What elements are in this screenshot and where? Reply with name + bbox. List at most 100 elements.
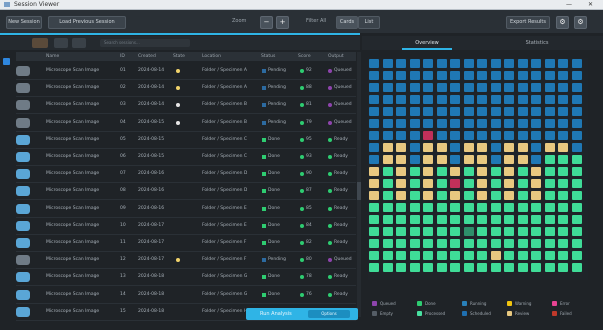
well-cell[interactable] [571, 143, 582, 152]
well-cell[interactable] [369, 131, 379, 140]
well-cell[interactable] [396, 251, 406, 260]
well-cell[interactable] [436, 203, 447, 212]
well-cell[interactable] [382, 239, 393, 248]
well-cell[interactable] [517, 227, 528, 236]
search-input[interactable]: Search sessions... [100, 39, 190, 47]
well-cell[interactable] [369, 191, 379, 200]
zoom-out-icon[interactable]: − [260, 16, 273, 29]
well-cell[interactable] [490, 227, 501, 236]
well-cell[interactable] [436, 107, 447, 116]
well-cell[interactable] [571, 215, 582, 224]
well-cell[interactable] [463, 251, 474, 260]
well-cell[interactable] [477, 143, 487, 152]
well-cell[interactable] [558, 155, 568, 164]
well-cell[interactable] [409, 143, 420, 152]
well-cell[interactable] [382, 203, 393, 212]
well-cell[interactable] [544, 251, 555, 260]
well-cell[interactable] [490, 71, 501, 80]
well-cell[interactable] [544, 215, 555, 224]
well-cell[interactable] [571, 263, 582, 272]
well-cell[interactable] [517, 107, 528, 116]
well-cell[interactable] [477, 95, 487, 104]
well-cell[interactable] [490, 251, 501, 260]
well-cell[interactable] [544, 263, 555, 272]
well-cell[interactable] [558, 239, 568, 248]
well-cell[interactable] [544, 59, 555, 68]
well-cell[interactable] [396, 143, 406, 152]
well-cell[interactable] [409, 227, 420, 236]
well-cell[interactable] [517, 167, 528, 176]
well-cell[interactable] [571, 251, 582, 260]
list-toggle[interactable]: List [358, 16, 380, 29]
well-cell[interactable] [571, 95, 582, 104]
well-cell[interactable] [382, 107, 393, 116]
well-cell[interactable] [558, 59, 568, 68]
well-cell[interactable] [382, 155, 393, 164]
well-cell[interactable] [450, 191, 460, 200]
well-cell[interactable] [396, 239, 406, 248]
well-cell[interactable] [490, 119, 501, 128]
well-cell[interactable] [463, 227, 474, 236]
well-cell[interactable] [517, 143, 528, 152]
well-cell[interactable] [409, 119, 420, 128]
well-cell[interactable] [477, 71, 487, 80]
well-cell[interactable] [477, 131, 487, 140]
options-button[interactable]: Options [308, 310, 350, 318]
well-cell[interactable] [396, 227, 406, 236]
well-cell[interactable] [436, 71, 447, 80]
well-cell[interactable] [517, 131, 528, 140]
well-cell[interactable] [423, 107, 433, 116]
well-cell[interactable] [571, 107, 582, 116]
well-cell[interactable] [396, 263, 406, 272]
well-cell[interactable] [382, 131, 393, 140]
well-cell[interactable] [409, 263, 420, 272]
well-cell[interactable] [531, 215, 541, 224]
well-cell[interactable] [369, 251, 379, 260]
well-cell[interactable] [477, 227, 487, 236]
well-cell[interactable] [369, 143, 379, 152]
well-cell[interactable] [477, 167, 487, 176]
well-cell[interactable] [517, 203, 528, 212]
well-cell[interactable] [423, 263, 433, 272]
col-location[interactable]: Location [202, 52, 221, 61]
well-cell[interactable] [382, 179, 393, 188]
well-cell[interactable] [382, 95, 393, 104]
well-cell[interactable] [463, 71, 474, 80]
well-cell[interactable] [531, 95, 541, 104]
well-cell[interactable] [423, 83, 433, 92]
well-cell[interactable] [450, 155, 460, 164]
well-cell[interactable] [477, 59, 487, 68]
well-cell[interactable] [409, 203, 420, 212]
well-cell[interactable] [504, 191, 514, 200]
col-name[interactable]: Name [46, 52, 59, 61]
well-cell[interactable] [504, 107, 514, 116]
well-cell[interactable] [517, 191, 528, 200]
close-button[interactable]: ✕ [588, 0, 593, 9]
well-cell[interactable] [423, 179, 433, 188]
well-cell[interactable] [423, 239, 433, 248]
table-row[interactable]: Microscope Scan Image 11 2024-08-17 Folder … [16, 235, 356, 252]
well-cell[interactable] [558, 227, 568, 236]
col-score[interactable]: Score [298, 52, 311, 61]
well-cell[interactable] [544, 131, 555, 140]
well-cell[interactable] [477, 203, 487, 212]
well-cell[interactable] [396, 131, 406, 140]
well-cell[interactable] [517, 179, 528, 188]
well-cell[interactable] [436, 95, 447, 104]
well-cell[interactable] [423, 71, 433, 80]
well-cell[interactable] [517, 95, 528, 104]
well-cell[interactable] [423, 95, 433, 104]
well-cell[interactable] [504, 203, 514, 212]
well-cell[interactable] [531, 71, 541, 80]
well-cell[interactable] [382, 59, 393, 68]
well-cell[interactable] [544, 239, 555, 248]
well-cell[interactable] [436, 155, 447, 164]
well-cell[interactable] [463, 107, 474, 116]
well-cell[interactable] [544, 227, 555, 236]
well-cell[interactable] [531, 227, 541, 236]
well-cell[interactable] [450, 131, 460, 140]
well-cell[interactable] [558, 95, 568, 104]
table-row[interactable]: Microscope Scan Image 06 2024-08-15 Folder … [16, 149, 356, 166]
well-cell[interactable] [571, 167, 582, 176]
well-cell[interactable] [396, 191, 406, 200]
